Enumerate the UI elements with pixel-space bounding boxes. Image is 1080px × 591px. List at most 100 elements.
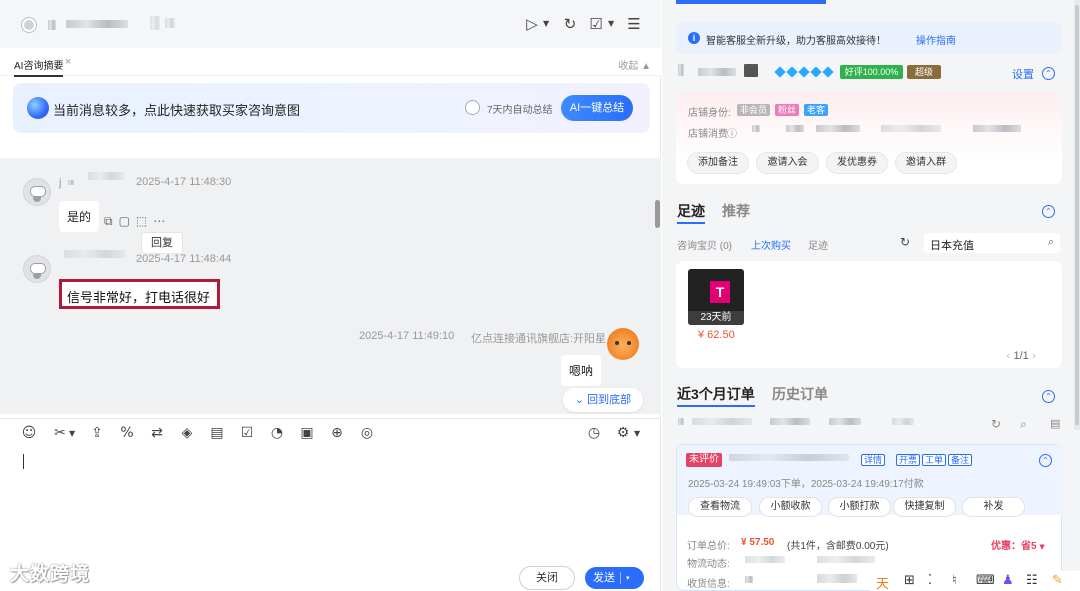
copy-icon[interactable]: ⧉	[104, 214, 119, 228]
menu-icon[interactable]: ☰	[625, 15, 643, 33]
ai-summary-banner[interactable]: 当前消息较多，点此快速获取买家咨询意图 7天内自动总结 AI一键总结	[13, 83, 650, 133]
sub-tab-footprint[interactable]: 足迹	[808, 237, 828, 252]
view-logistics-button[interactable]: 查看物流	[688, 497, 752, 517]
grid-icon[interactable]: ⊞	[904, 573, 915, 588]
buyer-avatar[interactable]	[23, 255, 51, 283]
auto-summary-checkbox[interactable]	[465, 100, 480, 115]
order-icon[interactable]: ▣	[298, 424, 316, 442]
buyer-avatar[interactable]	[22, 18, 36, 32]
tab-ai-summary[interactable]: AI咨询摘要	[14, 57, 64, 77]
guide-link[interactable]: 操作指南	[916, 32, 956, 47]
chevron-down-icon[interactable]: ▼	[608, 19, 614, 28]
tab-footprint[interactable]: 足迹	[677, 201, 705, 221]
discount[interactable]: 优惠：省5 ▼	[991, 537, 1045, 552]
send-coupon-button[interactable]: 发优惠券	[826, 152, 888, 174]
chevron-up-icon[interactable]: ⌃	[1042, 67, 1055, 80]
sub-tab-last-purchase[interactable]: 上次购买	[751, 237, 791, 252]
chevron-up-icon[interactable]: ⌃	[1039, 454, 1052, 467]
keyboard-icon[interactable]: ⌨	[976, 573, 995, 588]
percent-icon[interactable]: %	[118, 424, 136, 442]
scrollbar[interactable]	[1074, 0, 1080, 430]
chevron-down-icon[interactable]: ▾	[626, 567, 630, 589]
refresh-icon[interactable]: ↻	[900, 235, 910, 249]
send-button[interactable]: 发送 ▾	[585, 567, 644, 589]
video-call-icon[interactable]: ▷	[523, 15, 541, 33]
quote-icon[interactable]: ▢	[119, 214, 136, 228]
checklist-icon[interactable]: ☑	[238, 424, 256, 442]
app-logo-icon[interactable]: 天	[876, 573, 889, 591]
chevron-right-icon[interactable]: ›	[1032, 349, 1036, 362]
emoji-icon[interactable]: ☺	[20, 424, 38, 442]
chevron-up-icon[interactable]: ⌃	[1042, 205, 1055, 218]
quick-reply-icon[interactable]: ◔	[268, 424, 286, 442]
back-to-bottom-button[interactable]: ⌄ 回到底部	[563, 388, 643, 412]
sub-tab-consult[interactable]: 咨询宝贝 (0)	[677, 237, 732, 252]
ai-one-click-summary-button[interactable]: AI一键总结	[561, 95, 633, 121]
compass-icon[interactable]: ◷	[585, 424, 603, 442]
clock-refresh-icon[interactable]: ↻	[561, 15, 579, 33]
scrollbar[interactable]	[655, 200, 660, 228]
message-bubble[interactable]: 是的	[59, 201, 100, 232]
quick-copy-button[interactable]: 快捷复制	[893, 497, 956, 517]
settings-icon[interactable]: ⚙	[614, 424, 632, 442]
buyer-name-redacted	[165, 18, 175, 28]
search-icon[interactable]: ⌕	[1048, 235, 1054, 249]
product-card[interactable]: T 23天前 ¥ 62.50 ‹ 1/1 ›	[676, 261, 1062, 368]
settings-link[interactable]: 设置	[1012, 66, 1034, 82]
help-icon[interactable]: ⓘ	[727, 125, 737, 140]
chevron-down-icon[interactable]: ▼	[634, 429, 640, 438]
tab-recent-orders[interactable]: 近3个月订单	[677, 384, 755, 404]
apps-icon[interactable]: ☷	[1026, 573, 1038, 588]
ai-banner-text[interactable]: 当前消息较多，点此快速获取买家咨询意图	[53, 100, 300, 119]
more-icon[interactable]: ⋯	[153, 214, 171, 228]
message-input[interactable]	[23, 454, 24, 469]
buyer-name-redacted	[66, 20, 128, 28]
search-icon[interactable]: ⌕	[1020, 417, 1027, 432]
footprint-search[interactable]: 日本充值 ⌕	[924, 233, 1060, 253]
pager[interactable]: ‹ 1/1 ›	[1006, 349, 1036, 362]
add-note-button[interactable]: 添加备注	[687, 152, 749, 174]
search-goods-icon[interactable]: ⊕	[328, 424, 346, 442]
dots-icon[interactable]: ⁚	[928, 573, 932, 588]
chevron-down-icon[interactable]: ▼	[543, 19, 549, 28]
extension-icon[interactable]: ✎	[1052, 573, 1063, 588]
transfer-icon[interactable]: ⇄	[148, 424, 166, 442]
invite-group-button[interactable]: 邀请入群	[895, 152, 957, 174]
chevron-down-icon[interactable]: ▼	[69, 429, 75, 438]
spend-redacted	[786, 125, 804, 132]
chevron-up-icon[interactable]: ⌃	[1042, 390, 1055, 403]
seller-avatar[interactable]	[607, 328, 639, 360]
order-ticket-tag[interactable]: 工单	[922, 454, 947, 466]
order-detail-tag[interactable]: 详情	[861, 454, 886, 466]
task-check-icon[interactable]: ☑	[587, 15, 605, 33]
list-icon[interactable]: ▤	[1050, 417, 1060, 430]
tab-history-orders[interactable]: 历史订单	[772, 384, 828, 404]
coupon-icon[interactable]: ◈	[178, 424, 196, 442]
order-invoice-tag[interactable]: 开票	[896, 454, 921, 466]
buyer-avatar[interactable]	[23, 178, 51, 206]
close-button[interactable]: 关闭	[519, 566, 575, 590]
target-icon[interactable]: ◎	[358, 424, 376, 442]
order-note-tag[interactable]: 备注	[948, 454, 973, 466]
invite-member-button[interactable]: 邀请入会	[756, 152, 819, 174]
chevron-left-icon[interactable]: ‹	[1006, 349, 1010, 362]
highlighted-message[interactable]: 信号非常好，打电话很好	[59, 279, 220, 309]
search-input[interactable]: 日本充值	[930, 237, 974, 253]
microphone-icon[interactable]: ♮	[952, 573, 957, 588]
refresh-icon[interactable]: ↻	[991, 417, 1001, 431]
close-icon[interactable]: ×	[65, 56, 71, 68]
scissors-icon[interactable]: ✂	[51, 424, 69, 442]
reissue-button[interactable]: 补发	[962, 497, 1025, 517]
message-actions[interactable]: ⧉▢⬚⋯	[104, 214, 171, 229]
bill-icon[interactable]: ▤	[208, 424, 226, 442]
notice-bar: i 智能客服全新升级，助力客服高效接待！ 操作指南	[676, 22, 1062, 54]
upload-icon[interactable]: ⇪	[88, 424, 106, 442]
message-bubble[interactable]: 嗯呐	[561, 355, 602, 386]
collapse-button[interactable]: 收起 ▲	[618, 57, 651, 72]
tab-recommend[interactable]: 推荐	[722, 201, 750, 221]
reply-icon[interactable]: ⬚	[136, 214, 153, 228]
small-pay-button[interactable]: 小额打款	[828, 497, 891, 517]
shirt-icon[interactable]: ♟	[1002, 573, 1014, 588]
product-image[interactable]: T 23天前	[688, 269, 744, 325]
small-collect-button[interactable]: 小额收款	[759, 497, 822, 517]
